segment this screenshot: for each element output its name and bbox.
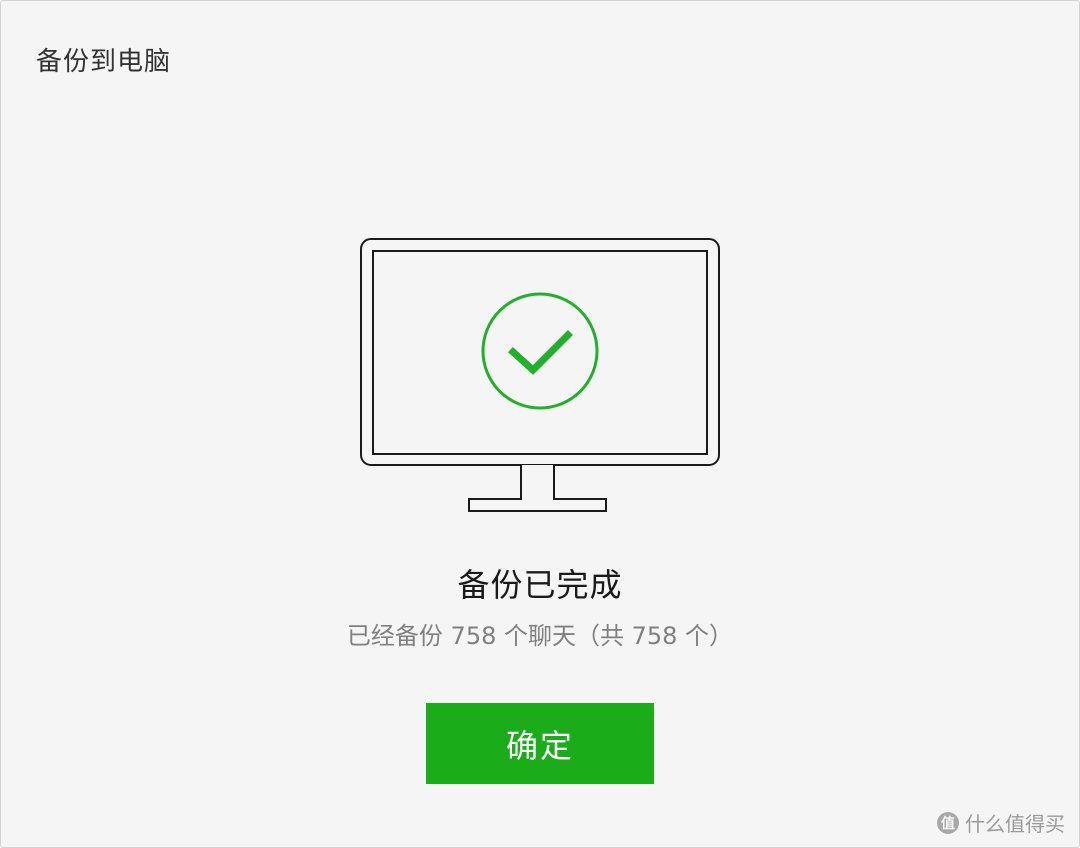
watermark-text: 什么值得买 <box>965 812 1065 836</box>
backup-dialog: 备份到电脑 备份已完成 已经备份 758 个聊天（共 758 个） 确定 值 什… <box>0 0 1080 848</box>
dialog-title: 备份到电脑 <box>36 47 172 77</box>
status-title: 备份已完成 <box>457 566 623 604</box>
status-detail: 已经备份 758 个聊天（共 758 个） <box>346 622 734 650</box>
watermark-logo-icon: 值 <box>937 811 959 834</box>
monitor-icon <box>360 238 720 512</box>
watermark: 值 什么值得买 <box>937 808 1065 837</box>
monitor-stand <box>468 465 607 512</box>
confirm-button[interactable]: 确定 <box>426 703 654 784</box>
monitor-screen <box>372 250 708 455</box>
